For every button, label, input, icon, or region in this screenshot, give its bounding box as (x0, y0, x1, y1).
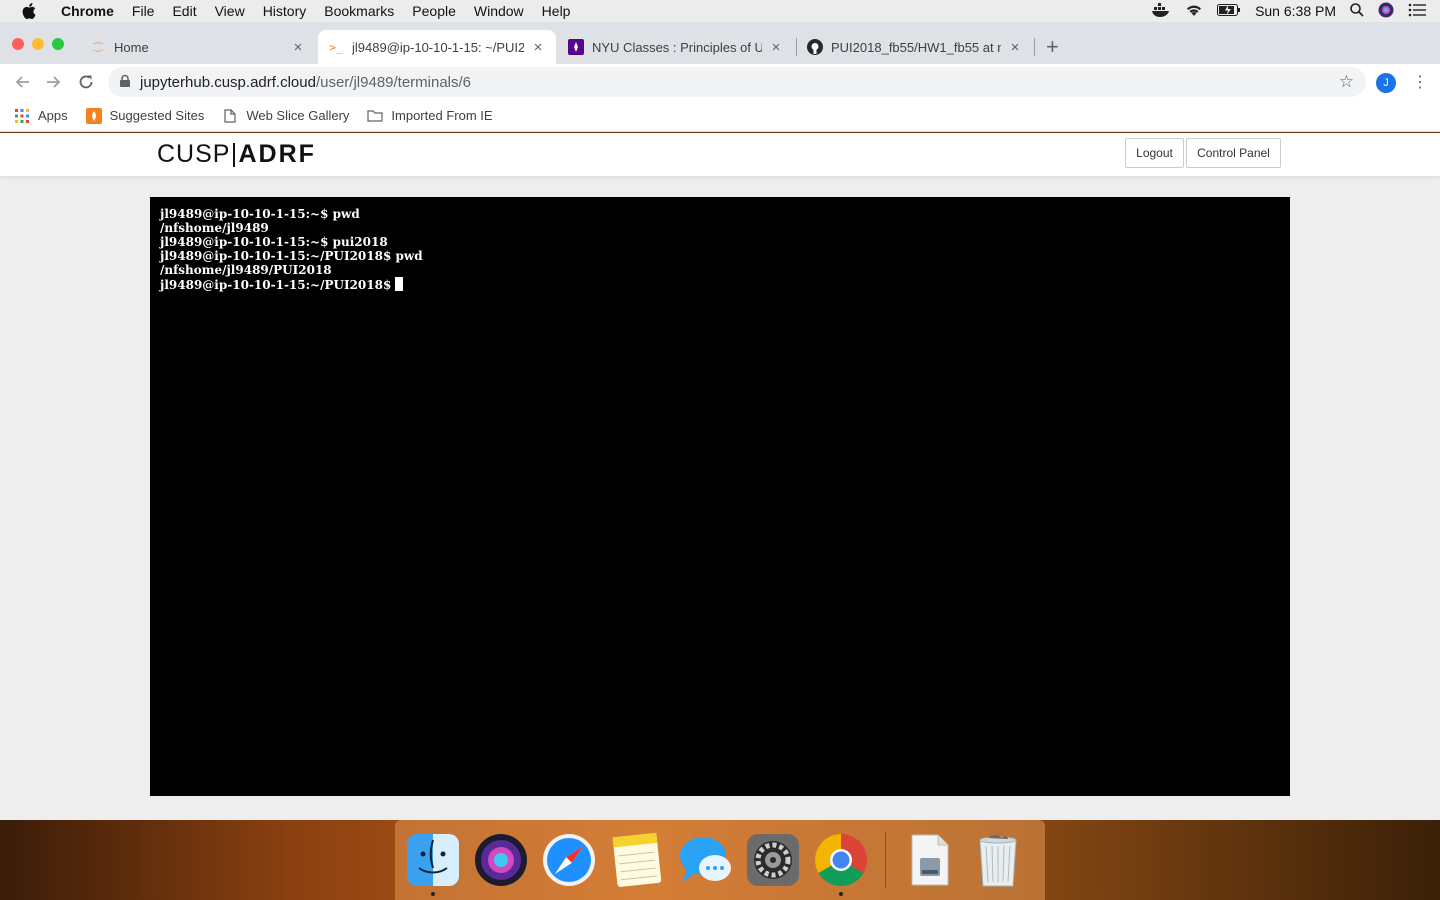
terminal-prompt: jl9489@ip-10-10-1-15:~/PUI2018$ (160, 278, 392, 292)
terminal-line: /nfshome/jl9489/PUI2018 (160, 263, 332, 277)
tab-github[interactable]: PUI2018_fb55/HW1_fb55 at master × (797, 30, 1033, 64)
apple-menu-icon[interactable] (20, 3, 38, 19)
terminal-line: jl9489@ip-10-10-1-15:~/PUI2018$ pwd (160, 249, 423, 263)
system-preferences-icon[interactable] (745, 832, 801, 888)
profile-avatar[interactable]: J (1376, 73, 1396, 93)
siri-menubar-icon[interactable] (1378, 2, 1394, 21)
bookmark-label: Suggested Sites (109, 108, 205, 123)
logo-divider (233, 142, 236, 167)
notes-icon[interactable] (609, 832, 665, 888)
battery-icon[interactable] (1217, 3, 1241, 19)
tab-terminal[interactable]: >_ jl9489@ip-10-10-1-15: ~/PUI2018 × (318, 30, 556, 64)
tab-title: jl9489@ip-10-10-1-15: ~/PUI2018 (352, 39, 524, 55)
menubar-clock[interactable]: Sun 6:38 PM (1255, 3, 1336, 19)
macos-dock (395, 820, 1045, 900)
menu-app-name[interactable]: Chrome (52, 0, 123, 22)
suggested-sites-icon (85, 107, 102, 124)
logo-right-text: ADRF (238, 140, 316, 168)
terminal-line: jl9489@ip-10-10-1-15:~$ pui2018 (160, 235, 388, 249)
github-icon (807, 39, 823, 55)
terminal-icon: >_ (329, 40, 343, 54)
chrome-icon[interactable] (813, 832, 869, 896)
page-content: CUSP ADRF Logout Control Panel jl9489@ip… (0, 133, 1440, 820)
bookmark-web-slice-gallery[interactable]: Web Slice Gallery (222, 108, 349, 124)
tab-separator (1034, 38, 1035, 56)
spotlight-search-icon[interactable] (1350, 2, 1364, 20)
tab-title: Home (114, 39, 149, 55)
tab-title: PUI2018_fb55/HW1_fb55 at master (831, 39, 1001, 55)
menu-window[interactable]: Window (465, 0, 533, 22)
browser-tab-bar: Home × >_ jl9489@ip-10-10-1-15: ~/PUI201… (0, 22, 1440, 64)
menu-help[interactable]: Help (533, 0, 580, 22)
bookmarks-bar: Apps Suggested Sites Web Slice Gallery I… (0, 100, 1440, 132)
minimize-window-button[interactable] (32, 38, 44, 50)
bookmark-star-icon[interactable]: ☆ (1339, 72, 1354, 92)
docker-icon[interactable] (1151, 2, 1171, 20)
new-tab-button[interactable]: + (1046, 34, 1059, 60)
window-controls (12, 38, 64, 50)
logo-left-text: CUSP (157, 140, 231, 168)
menu-file[interactable]: File (123, 0, 164, 22)
tab-title: NYU Classes : Principles of Urban (592, 39, 762, 55)
browser-toolbar: jupyterhub.cusp.adrf.cloud/user/jl9489/t… (0, 64, 1440, 100)
reload-button[interactable] (70, 66, 102, 98)
reload-icon (79, 75, 93, 89)
address-bar[interactable]: jupyterhub.cusp.adrf.cloud/user/jl9489/t… (108, 67, 1366, 97)
close-window-button[interactable] (12, 38, 24, 50)
arrow-left-icon (15, 76, 29, 88)
bookmark-suggested-sites[interactable]: Suggested Sites (85, 107, 205, 124)
cusp-adrf-logo[interactable]: CUSP ADRF (157, 140, 316, 169)
page-icon (222, 108, 238, 124)
forward-button[interactable] (38, 66, 70, 98)
siri-icon[interactable] (473, 832, 529, 888)
macos-menubar: Chrome File Edit View History Bookmarks … (0, 0, 1440, 22)
safari-icon[interactable] (541, 832, 597, 888)
terminal-cursor (395, 277, 404, 291)
menu-view[interactable]: View (206, 0, 254, 22)
logout-button[interactable]: Logout (1125, 138, 1184, 168)
tab-home[interactable]: Home × (80, 30, 316, 64)
running-indicator (431, 892, 435, 896)
bookmark-imported-from-ie[interactable]: Imported From IE (367, 108, 493, 124)
control-panel-button[interactable]: Control Panel (1186, 138, 1281, 168)
apps-grid-icon (14, 108, 30, 124)
chrome-menu-icon[interactable]: ⋮ (1412, 72, 1428, 92)
maximize-window-button[interactable] (52, 38, 64, 50)
back-button[interactable] (6, 66, 38, 98)
bookmark-label: Apps (38, 108, 68, 123)
close-tab-icon[interactable]: × (768, 39, 784, 56)
menu-edit[interactable]: Edit (163, 0, 205, 22)
jupyter-icon (90, 39, 106, 55)
nyu-icon (568, 39, 584, 55)
bookmark-label: Imported From IE (391, 108, 493, 123)
close-tab-icon[interactable]: × (530, 39, 546, 56)
terminal-prompt-line: jl9489@ip-10-10-1-15:~/PUI2018$ (160, 277, 1280, 292)
jupyterhub-header: CUSP ADRF Logout Control Panel (0, 133, 1440, 177)
arrow-right-icon (47, 76, 61, 88)
terminal-window[interactable]: jl9489@ip-10-10-1-15:~$ pwd /nfshome/jl9… (150, 197, 1290, 796)
lock-icon[interactable] (120, 74, 130, 91)
disk-utility-icon[interactable] (902, 832, 958, 888)
messages-icon[interactable] (677, 832, 733, 888)
menu-history[interactable]: History (254, 0, 316, 22)
menu-people[interactable]: People (403, 0, 465, 22)
folder-icon (367, 108, 384, 124)
running-indicator (839, 892, 843, 896)
url-host: jupyterhub.cusp.adrf.cloud (140, 73, 316, 91)
bookmark-label: Web Slice Gallery (246, 108, 350, 123)
wifi-icon[interactable] (1185, 3, 1203, 20)
trash-icon[interactable] (970, 832, 1026, 888)
close-tab-icon[interactable]: × (1007, 39, 1023, 56)
finder-icon[interactable] (405, 832, 461, 896)
url-path: /user/jl9489/terminals/6 (315, 73, 472, 91)
dock-separator (885, 832, 886, 888)
menu-bookmarks[interactable]: Bookmarks (315, 0, 403, 22)
bookmark-apps[interactable]: Apps (14, 108, 68, 124)
notification-center-icon[interactable] (1408, 3, 1426, 20)
terminal-line: jl9489@ip-10-10-1-15:~$ pwd (160, 207, 360, 221)
close-tab-icon[interactable]: × (290, 39, 306, 56)
terminal-line: /nfshome/jl9489 (160, 221, 269, 235)
tab-nyu-classes[interactable]: NYU Classes : Principles of Urban × (558, 30, 794, 64)
